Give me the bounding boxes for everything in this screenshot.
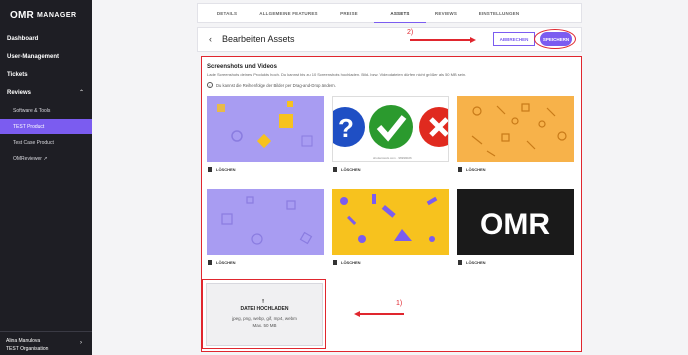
trash-icon bbox=[333, 167, 337, 172]
sidebar-item-omreviewer[interactable]: OMReviewer ↗ bbox=[13, 156, 47, 162]
annotation-arrow-2 bbox=[410, 39, 472, 41]
chevron-up-icon[interactable]: ⌃ bbox=[79, 89, 84, 96]
trash-icon bbox=[208, 260, 212, 265]
annotation-step-1: 1) bbox=[396, 300, 403, 307]
delete-button[interactable]: LÖSCHEN bbox=[458, 260, 486, 265]
tab-assets[interactable]: ASSETS bbox=[374, 11, 426, 23]
omr-logo-text: OMR bbox=[480, 208, 550, 241]
annotation-arrow-1-head bbox=[354, 310, 360, 317]
delete-label: LÖSCHEN bbox=[466, 260, 486, 265]
section-title: Screenshots und Videos bbox=[207, 64, 277, 70]
trash-icon bbox=[458, 167, 462, 172]
purple-yellow-graphic bbox=[207, 96, 324, 162]
omr-logo-graphic: OMR bbox=[457, 189, 574, 255]
asset-thumbnail[interactable] bbox=[207, 189, 324, 255]
tab-einstellungen[interactable]: EINSTELLUNGEN bbox=[469, 11, 529, 16]
cancel-button[interactable]: ABBRECHEN bbox=[493, 32, 535, 46]
info-note: i Du kannst die Reihenfolge der Bilder p… bbox=[207, 82, 336, 88]
delete-label: LÖSCHEN bbox=[341, 260, 361, 265]
asset-thumbnail[interactable] bbox=[207, 96, 324, 162]
annotation-step-2: 2) bbox=[407, 29, 414, 36]
logo-brand: OMR bbox=[10, 10, 34, 21]
sidebar: OMR MANAGER Dashboard User-Management Ti… bbox=[0, 0, 92, 355]
svg-text:?: ? bbox=[338, 113, 354, 143]
delete-label: LÖSCHEN bbox=[216, 167, 236, 172]
tab-preise[interactable]: PREISE bbox=[321, 11, 377, 16]
trash-icon bbox=[333, 260, 337, 265]
section-description: Lade Screenshots deines Produkts hoch. D… bbox=[207, 72, 467, 77]
trash-icon bbox=[458, 260, 462, 265]
sidebar-item-dashboard[interactable]: Dashboard bbox=[7, 36, 38, 42]
delete-button[interactable]: LÖSCHEN bbox=[208, 167, 236, 172]
sidebar-divider bbox=[0, 331, 92, 332]
chevron-right-icon[interactable]: › bbox=[80, 340, 82, 346]
annotation-arrow-1 bbox=[360, 313, 404, 315]
logo[interactable]: OMR MANAGER bbox=[10, 10, 77, 21]
delete-button[interactable]: LÖSCHEN bbox=[333, 167, 361, 172]
orange-pattern-graphic bbox=[457, 96, 574, 162]
delete-button[interactable]: LÖSCHEN bbox=[458, 167, 486, 172]
tab-bar: DETAILS ALLGEMEINE FEATURES PREISE ASSET… bbox=[197, 3, 582, 23]
trash-icon bbox=[208, 167, 212, 172]
info-icon: i bbox=[207, 82, 213, 88]
sidebar-item-software-tools[interactable]: Software & Tools bbox=[13, 108, 50, 114]
sidebar-item-user-management[interactable]: User-Management bbox=[7, 54, 59, 60]
sidebar-item-tickets[interactable]: Tickets bbox=[7, 72, 28, 78]
sidebar-item-test-product[interactable]: TEST Product bbox=[13, 124, 44, 130]
asset-thumbnail[interactable] bbox=[332, 189, 449, 255]
delete-label: LÖSCHEN bbox=[341, 167, 361, 172]
tab-reviews[interactable]: REVIEWS bbox=[423, 11, 469, 16]
upload-dropzone[interactable] bbox=[206, 283, 323, 346]
asset-thumbnail[interactable]: OMR bbox=[457, 189, 574, 255]
user-profile[interactable]: Alina Manulova TEST Organisation bbox=[6, 337, 48, 353]
tab-details[interactable]: DETAILS bbox=[198, 11, 256, 16]
logo-product: MANAGER bbox=[36, 12, 77, 19]
delete-button[interactable]: LÖSCHEN bbox=[333, 260, 361, 265]
delete-label: LÖSCHEN bbox=[216, 260, 236, 265]
info-text: Du kannst die Reihenfolge der Bilder per… bbox=[216, 82, 336, 88]
yellow-purple-graphic bbox=[332, 189, 449, 255]
annotation-arrow-2-head bbox=[470, 36, 476, 43]
asset-thumbnail[interactable]: ? shutterstock.com · 96999026 bbox=[332, 96, 449, 162]
user-org: TEST Organisation bbox=[6, 346, 49, 352]
back-arrow-icon[interactable]: ‹ bbox=[209, 34, 212, 44]
annotation-save-highlight bbox=[534, 29, 576, 49]
checkmark-graphic: ? shutterstock.com · 96999026 bbox=[333, 97, 448, 161]
page: OMR MANAGER Dashboard User-Management Ti… bbox=[0, 0, 688, 355]
user-name: Alina Manulova bbox=[6, 338, 41, 344]
upload-formats: jpeg, png, webp, gif, mp4, webm bbox=[232, 316, 297, 321]
delete-label: LÖSCHEN bbox=[466, 167, 486, 172]
image-caption: shutterstock.com · 96999026 bbox=[373, 156, 412, 160]
sidebar-item-test-case-product[interactable]: Test Case Product bbox=[13, 140, 54, 146]
sidebar-item-reviews[interactable]: Reviews bbox=[7, 90, 31, 96]
asset-thumbnail[interactable] bbox=[457, 96, 574, 162]
page-title: Bearbeiten Assets bbox=[222, 34, 295, 44]
delete-button[interactable]: LÖSCHEN bbox=[208, 260, 236, 265]
upload-title: DATEI HOCHLADEN bbox=[240, 306, 289, 312]
upload-max-size: Max. 50 MB bbox=[252, 323, 277, 328]
purple-squares-graphic bbox=[207, 189, 324, 255]
tab-allgemeine-features[interactable]: ALLGEMEINE FEATURES bbox=[256, 11, 321, 16]
